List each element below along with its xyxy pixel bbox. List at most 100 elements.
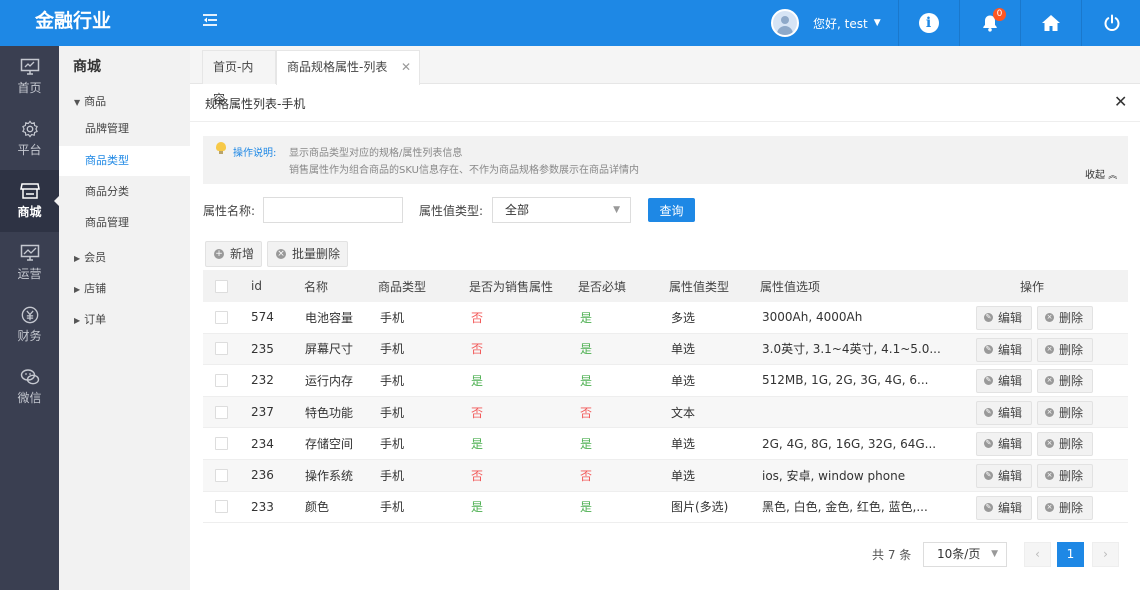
tab-label: 商品规格属性-列表 [287, 60, 388, 74]
table-row: 237 特色功能 手机 否 否 文本 ✎ 编辑 × 删除 [203, 396, 1128, 429]
row-checkbox[interactable] [215, 373, 228, 387]
submenu-item-goods-category[interactable]: 商品分类 [59, 177, 190, 207]
cell-sale-attribute: 否 [471, 468, 484, 483]
delete-button[interactable]: × 删除 [1037, 464, 1093, 488]
cell-name: 运行内存 [305, 373, 354, 388]
row-checkbox[interactable] [215, 468, 228, 482]
nav-item-finance[interactable]: 财务 [0, 294, 59, 356]
cell-required: 是 [580, 342, 593, 357]
edit-label: 编辑 [998, 405, 1023, 420]
edit-button[interactable]: ✎ 编辑 [976, 495, 1032, 520]
cell-name: 特色功能 [305, 405, 354, 420]
header-name: 名称 [304, 279, 329, 294]
edit-button[interactable]: ✎ 编辑 [976, 432, 1032, 457]
row-checkbox[interactable] [215, 500, 228, 514]
monitor-icon [20, 58, 39, 75]
add-label: 新增 [230, 247, 255, 261]
submenu-group-label: 店铺 [84, 282, 107, 295]
cell-value-type: 单选 [671, 437, 696, 452]
close-circle-icon: × [1045, 407, 1054, 417]
nav-item-mall[interactable]: 商城 [0, 170, 60, 232]
nav-item-home[interactable]: 首页 [0, 46, 59, 108]
edit-button[interactable]: ✎ 编辑 [976, 337, 1032, 362]
sub-menu: 商城 ▼ 商品 品牌管理 商品类型 商品分类 商品管理 ▶ 会员 ▶ 店铺 ▶ 订单 [59, 46, 190, 590]
cell-sale-attribute: 否 [471, 342, 484, 357]
delete-button[interactable]: × 删除 [1037, 495, 1093, 520]
delete-button[interactable]: × 删除 [1037, 400, 1093, 425]
cell-required: 否 [580, 405, 593, 420]
next-page-button[interactable]: › [1092, 542, 1119, 567]
cell-sale-attribute: 是 [471, 437, 484, 452]
cell-id: 235 [251, 341, 274, 356]
row-checkbox[interactable] [215, 405, 228, 419]
row-select-cell [215, 334, 228, 365]
submenu-group-store[interactable]: ▶ 店铺 [74, 280, 106, 296]
cell-goods-type: 手机 [380, 310, 405, 325]
cell-name: 颜色 [305, 500, 330, 515]
collapse-label: 收起 [1085, 170, 1105, 181]
prev-page-button[interactable]: ‹ [1024, 542, 1051, 567]
close-icon[interactable]: ✕ [401, 51, 411, 83]
panel-title: 规格属性列表-手机 [205, 97, 306, 111]
edit-button[interactable]: ✎ 编辑 [976, 369, 1032, 394]
tab-bar: 首页-内容 商品规格属性-列表 ✕ [190, 46, 1140, 106]
tab-spec-attribute-list[interactable]: 商品规格属性-列表 ✕ [276, 50, 420, 85]
home-button[interactable] [1020, 0, 1080, 46]
delete-button[interactable]: × 删除 [1037, 306, 1093, 330]
submenu-item-brand[interactable]: 品牌管理 [59, 114, 190, 144]
menu-toggle-icon[interactable] [201, 13, 219, 31]
logout-button[interactable] [1081, 0, 1140, 46]
edit-button[interactable]: ✎ 编辑 [976, 400, 1032, 425]
delete-label: 删除 [1059, 405, 1084, 420]
close-circle-icon: × [1045, 313, 1054, 322]
nav-item-operation[interactable]: 运营 [0, 232, 59, 294]
submenu-item-goods-type[interactable]: 商品类型 [59, 146, 190, 176]
page-button-current[interactable]: 1 [1057, 542, 1084, 567]
pencil-icon: ✎ [984, 471, 993, 480]
info-text: 销售属性作为组合商品的SKU信息存在、不作为商品规格参数展示在商品详情内 [289, 165, 639, 176]
add-button[interactable]: + 新增 [205, 241, 262, 267]
submenu-group-goods[interactable]: ▼ 商品 [74, 93, 106, 109]
cell-name: 电池容量 [305, 310, 354, 325]
submenu-item-goods-manage[interactable]: 商品管理 [59, 208, 190, 238]
user-menu[interactable]: 您好, test ▼ [771, 0, 897, 46]
page-size-select[interactable]: 10条/页 ▼ [923, 542, 1007, 567]
header-actions: 操作 [1020, 279, 1045, 294]
close-icon[interactable]: ✕ [1114, 92, 1127, 111]
table-header: id 名称 商品类型 是否为销售属性 是否必填 属性值类型 属性值选项 操作 [203, 270, 1128, 302]
app-logo: 金融行业 [34, 10, 111, 32]
tab-home-content[interactable]: 首页-内容 [202, 50, 276, 106]
info-text: 显示商品类型对应的规格/属性列表信息 [289, 148, 463, 159]
select-all-checkbox[interactable] [215, 279, 228, 293]
attribute-value-type-select[interactable]: 全部 ▼ [492, 197, 631, 223]
nav-item-wechat[interactable]: 微信 [0, 356, 59, 418]
edit-button[interactable]: ✎ 编辑 [976, 464, 1032, 488]
delete-button[interactable]: × 删除 [1037, 432, 1093, 457]
row-checkbox[interactable] [215, 437, 228, 451]
query-button[interactable]: 查询 [648, 198, 695, 222]
submenu-group-member[interactable]: ▶ 会员 [74, 249, 106, 265]
submenu-group-order[interactable]: ▶ 订单 [74, 311, 106, 327]
row-checkbox[interactable] [215, 310, 228, 324]
delete-label: 删除 [1059, 500, 1084, 515]
batch-delete-button[interactable]: × 批量删除 [267, 241, 348, 267]
info-button[interactable]: i [898, 0, 958, 46]
row-checkbox[interactable] [215, 342, 228, 356]
close-circle-icon: × [1045, 502, 1054, 512]
delete-button[interactable]: × 删除 [1037, 369, 1093, 394]
total-count: 共 7 条 [872, 548, 912, 562]
chevron-up-icon: ︽ [1108, 171, 1118, 181]
notification-button[interactable]: 0 [959, 0, 1019, 46]
delete-button[interactable]: × 删除 [1037, 337, 1093, 362]
nav-item-platform[interactable]: 平台 [0, 108, 59, 170]
cell-id: 236 [251, 468, 274, 483]
caret-right-icon: ▶ [74, 254, 81, 263]
edit-button[interactable]: ✎ 编辑 [976, 306, 1032, 330]
attribute-name-input[interactable] [263, 197, 403, 223]
avatar [771, 9, 799, 37]
cell-value-type: 单选 [671, 342, 696, 357]
collapse-button[interactable]: 收起 ︽ [1085, 166, 1117, 181]
edit-label: 编辑 [998, 500, 1023, 515]
cell-goods-type: 手机 [380, 500, 405, 515]
close-circle-icon: × [1045, 471, 1054, 480]
